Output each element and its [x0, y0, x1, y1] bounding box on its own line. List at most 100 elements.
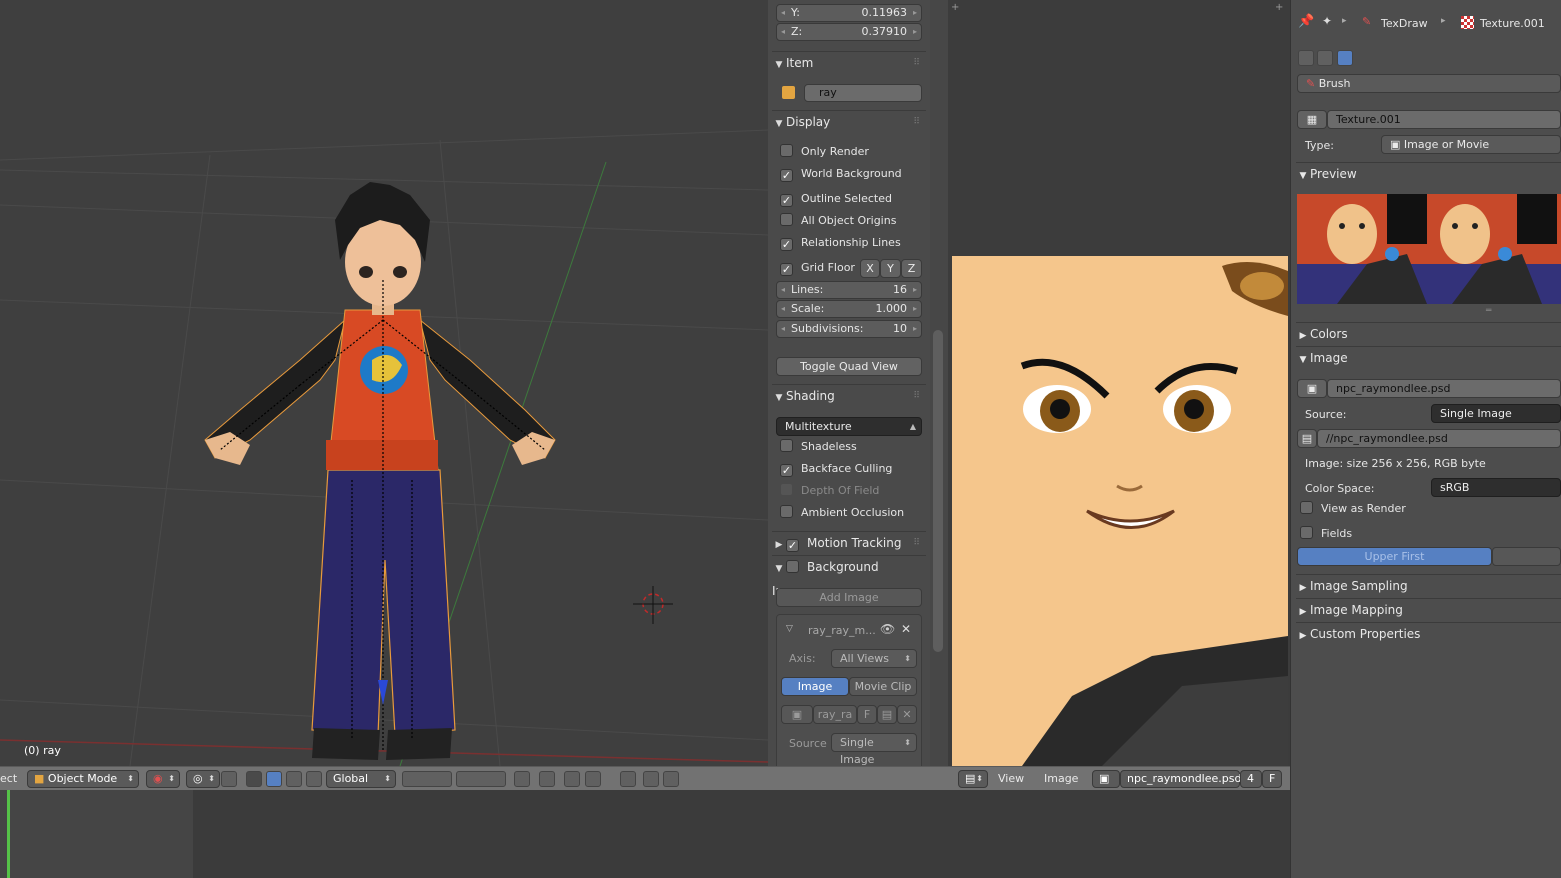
filepath-input[interactable]: //npc_raymondlee.psd: [1317, 429, 1561, 448]
image-datablock-name[interactable]: npc_raymondlee.psd: [1120, 770, 1241, 788]
all-object-origins-checkbox[interactable]: All Object Origins: [780, 212, 896, 230]
breadcrumb-texture[interactable]: Texture.001: [1480, 17, 1545, 30]
axis-select[interactable]: All Views ⬍: [831, 649, 917, 668]
grid-axis-x-toggle[interactable]: X: [860, 259, 880, 278]
toggle-quad-view-button[interactable]: Toggle Quad View: [776, 357, 922, 376]
section-background-images[interactable]: ▼Background Images: [772, 555, 926, 598]
unlink-icon[interactable]: ✕: [897, 705, 917, 724]
brush-texture-icon[interactable]: [1337, 50, 1353, 66]
brush-datablock[interactable]: ✎ Brush: [1297, 74, 1561, 93]
3d-cursor-icon[interactable]: [633, 586, 673, 624]
pivot-point-select[interactable]: ◎ ⬍: [186, 770, 220, 788]
section-image-mapping[interactable]: ▶ Image Mapping: [1296, 598, 1561, 620]
breadcrumb-texdraw[interactable]: TexDraw: [1381, 17, 1428, 30]
only-render-checkbox[interactable]: Only Render: [780, 143, 869, 161]
bg-source-select[interactable]: Single Image ⬍: [831, 733, 917, 766]
depth-of-field-checkbox[interactable]: Depth Of Field: [780, 482, 879, 500]
color-space-select[interactable]: sRGB: [1431, 478, 1561, 497]
outline-selected-checkbox[interactable]: ✓ Outline Selected: [780, 190, 892, 208]
viewport-shading-select[interactable]: ◉ ⬍: [146, 770, 180, 788]
add-region-icon[interactable]: +: [951, 2, 959, 13]
layers-grid-icon[interactable]: [456, 771, 506, 787]
object-name-input[interactable]: ray: [804, 84, 922, 102]
add-region-icon[interactable]: +: [1275, 2, 1283, 13]
interaction-mode-select[interactable]: ■ Object Mode ⬍: [27, 770, 139, 788]
snap-target-icon[interactable]: [620, 771, 636, 787]
section-display[interactable]: ▼ Display ⠿: [772, 110, 926, 132]
3d-viewport[interactable]: (0) ray: [0, 0, 768, 766]
render-camera-icon[interactable]: [643, 771, 659, 787]
transform-orientation-select[interactable]: Global ⬍: [326, 770, 396, 788]
open-folder-icon[interactable]: ▤: [877, 705, 897, 724]
select-menu[interactable]: ect: [0, 771, 17, 788]
grid-axis-z-toggle[interactable]: Z: [901, 259, 922, 278]
section-preview[interactable]: ▼ Preview: [1296, 162, 1561, 184]
image-users-count[interactable]: 4: [1240, 770, 1262, 788]
shadeless-checkbox[interactable]: Shadeless: [780, 438, 857, 456]
fake-user-toggle[interactable]: F: [857, 705, 877, 724]
image-browse-button[interactable]: ▣: [781, 705, 813, 724]
snap-element-icon[interactable]: [585, 771, 601, 787]
relationship-lines-checkbox[interactable]: ✓ Relationship Lines: [780, 234, 901, 252]
motion-tracking-checkbox[interactable]: ✓: [786, 535, 807, 553]
fields-checkbox[interactable]: Fields: [1300, 525, 1352, 543]
section-image-sampling[interactable]: ▶ Image Sampling: [1296, 574, 1561, 596]
shelf-scrollbar[interactable]: [930, 0, 948, 766]
section-image[interactable]: ▼ Image: [1296, 346, 1561, 368]
ambient-occlusion-checkbox[interactable]: Ambient Occlusion: [780, 504, 904, 522]
lower-first-toggle[interactable]: [1492, 547, 1561, 566]
bg-image-datablock[interactable]: ray_ra: [813, 705, 857, 724]
view-as-render-checkbox[interactable]: View as Render: [1300, 500, 1406, 518]
scale-icon[interactable]: [306, 771, 322, 787]
texture-name-input[interactable]: Texture.001: [1327, 110, 1561, 129]
image-browse-button[interactable]: ▣: [1297, 379, 1327, 398]
shading-mode-select[interactable]: Multitexture ▲: [776, 417, 922, 436]
world-background-checkbox[interactable]: ✓ World Background: [780, 165, 902, 183]
add-image-button[interactable]: Add Image: [776, 588, 922, 607]
image-source-select[interactable]: Single Image: [1431, 404, 1561, 423]
backface-culling-checkbox[interactable]: ✓ Backface Culling: [780, 460, 892, 478]
image-name-input[interactable]: npc_raymondlee.psd: [1327, 379, 1561, 398]
background-images-checkbox[interactable]: [786, 559, 807, 577]
image-browse-button[interactable]: ▣: [1092, 770, 1120, 788]
section-colors[interactable]: ▶ Colors: [1296, 322, 1561, 344]
proportional-edit-icon[interactable]: [539, 771, 555, 787]
grid-subdivisions-field[interactable]: ◂ Subdivisions: 10 ▸: [776, 320, 922, 338]
rotate-icon[interactable]: [286, 771, 302, 787]
translate-icon[interactable]: [266, 771, 282, 787]
location-y-field[interactable]: ◂ Y: 0.11963 ▸: [776, 4, 922, 22]
grid-floor-checkbox[interactable]: ✓ Grid Floor: [780, 259, 855, 277]
tab-image[interactable]: Image: [781, 677, 849, 696]
upper-first-toggle[interactable]: Upper First: [1297, 547, 1492, 566]
section-item[interactable]: ▼ Item ⠿: [772, 51, 926, 73]
eye-icon[interactable]: 👁: [880, 622, 895, 636]
timeline[interactable]: [0, 790, 1290, 878]
triangle-down-icon[interactable]: ▽: [786, 624, 793, 634]
texture-browse-button[interactable]: ▦: [1297, 110, 1327, 129]
location-z-field[interactable]: ◂ Z: 0.37910 ▸: [776, 23, 922, 41]
close-icon[interactable]: ✕: [901, 622, 911, 636]
grid-lines-field[interactable]: ◂ Lines: 16 ▸: [776, 281, 922, 299]
tab-movie-clip[interactable]: Movie Clip: [849, 677, 917, 696]
section-custom-properties[interactable]: ▶ Custom Properties: [1296, 622, 1561, 644]
texture-face-image[interactable]: [952, 256, 1288, 766]
character-ray[interactable]: [204, 182, 556, 760]
section-motion-tracking[interactable]: ▶ ✓ Motion Tracking ⠿: [772, 531, 926, 553]
material-texture-icon[interactable]: [1317, 50, 1333, 66]
align-icon[interactable]: [221, 771, 237, 787]
manipulator-icon[interactable]: [246, 771, 262, 787]
layer-lock-icon[interactable]: [514, 771, 530, 787]
texture-type-select[interactable]: ▣ Image or Movie: [1381, 135, 1561, 154]
view-menu[interactable]: View: [998, 771, 1024, 788]
render-animation-icon[interactable]: [663, 771, 679, 787]
grid-axis-y-toggle[interactable]: Y: [880, 259, 901, 278]
layers-grid-icon[interactable]: [402, 771, 452, 787]
resize-grip-icon[interactable]: ═: [1486, 306, 1491, 316]
pin-icon[interactable]: 📌: [1298, 14, 1314, 29]
world-texture-icon[interactable]: [1298, 50, 1314, 66]
file-browse-icon[interactable]: ▤: [1297, 429, 1317, 448]
current-frame-indicator[interactable]: [7, 790, 10, 878]
editor-type-select[interactable]: ▤ ⬍: [958, 770, 988, 788]
section-shading[interactable]: ▼ Shading ⠿: [772, 384, 926, 406]
snap-magnet-icon[interactable]: [564, 771, 580, 787]
